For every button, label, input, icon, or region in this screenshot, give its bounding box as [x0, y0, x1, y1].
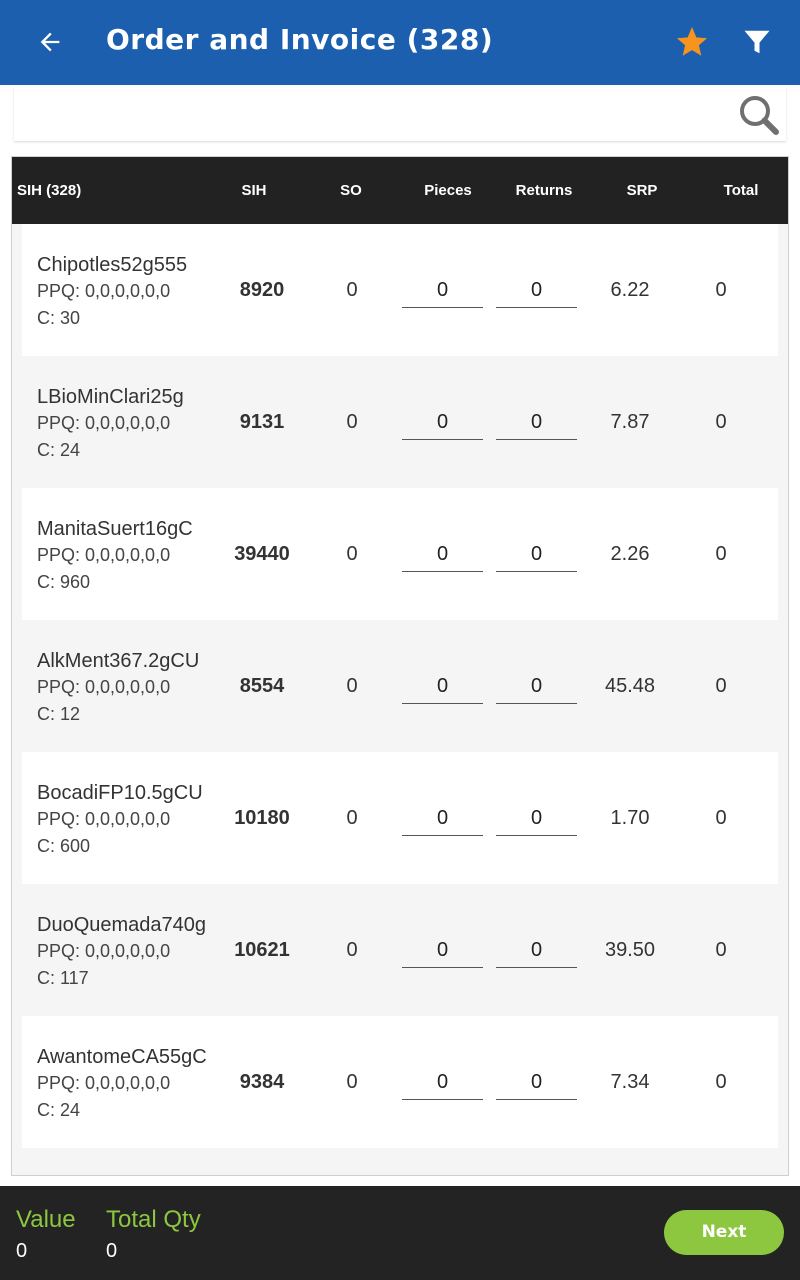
returns-input[interactable]: 0 [496, 802, 577, 836]
so-value: 0 [346, 543, 358, 565]
total-value: 0 [715, 1071, 727, 1093]
so-value: 0 [346, 411, 358, 433]
pieces-input[interactable]: 0 [402, 1066, 483, 1100]
pieces-input[interactable]: 0 [402, 670, 483, 704]
total-qty-amount: 0 [106, 1240, 118, 1262]
favorite-button[interactable] [672, 22, 712, 62]
product-ppq: PPQ: 0,0,0,0,0,0 [37, 677, 171, 697]
pieces-input[interactable]: 0 [402, 538, 483, 572]
search-icon [740, 96, 779, 135]
total-value: 0 [715, 543, 727, 565]
srp-value: 1.70 [610, 807, 650, 829]
product-name: BocadiFP10.5gCU [37, 782, 203, 804]
product-ppq: PPQ: 0,0,0,0,0,0 [37, 1073, 171, 1093]
total-qty-label: Total Qty [106, 1206, 201, 1233]
product-ppq: PPQ: 0,0,0,0,0,0 [37, 941, 171, 961]
srp-value: 7.87 [610, 411, 650, 433]
table-row[interactable]: Chipotles52g555 PPQ: 0,0,0,0,0,0 C: 30 8920… [22, 224, 778, 356]
sih-value: 8554 [239, 675, 285, 697]
total-value: 0 [715, 807, 727, 829]
returns-input[interactable]: 0 [496, 538, 577, 572]
table-row[interactable]: LBioMinClari25g PPQ: 0,0,0,0,0,0 C: 24 9131… [22, 356, 778, 488]
sih-value: 9131 [239, 411, 285, 433]
product-case-qty: C: 117 [37, 968, 89, 988]
product-case-qty: C: 12 [37, 704, 81, 724]
product-ppq: PPQ: 0,0,0,0,0,0 [37, 809, 171, 829]
total-value: 0 [715, 279, 727, 301]
product-name: LBioMinClari25g [37, 386, 184, 408]
product-name: Chipotles52g555 [37, 254, 188, 276]
search-input[interactable] [24, 95, 724, 133]
pieces-input[interactable]: 0 [402, 406, 483, 440]
product-case-qty: C: 960 [37, 572, 91, 592]
table-header: SIH (328) SIH SO Pieces Returns SRP Tota… [12, 157, 788, 224]
footer-bar: Value 0 Total Qty 0 Next [0, 1186, 800, 1280]
srp-value: 2.26 [610, 543, 650, 565]
search-button[interactable] [736, 93, 782, 137]
product-name: DuoQuemada740g [37, 914, 207, 936]
table-row[interactable]: ManitaSuert16gC PPQ: 0,0,0,0,0,0 C: 960 394… [22, 488, 778, 620]
col-header-so[interactable]: SO [321, 157, 381, 224]
so-value: 0 [346, 279, 358, 301]
sih-value: 39440 [234, 543, 290, 565]
product-ppq: PPQ: 0,0,0,0,0,0 [37, 413, 171, 433]
back-arrow-icon [40, 32, 60, 52]
value-label: Value [16, 1206, 76, 1233]
product-case-qty: C: 600 [37, 836, 91, 856]
product-name: ManitaSuert16gC [37, 518, 193, 540]
filter-button[interactable] [737, 22, 777, 62]
product-case-qty: C: 30 [37, 308, 81, 328]
pieces-input[interactable]: 0 [402, 274, 483, 308]
table-row[interactable]: AlkMent367.2gCU PPQ: 0,0,0,0,0,0 C: 12 8554… [22, 620, 778, 752]
total-value: 0 [715, 939, 727, 961]
sih-value: 8920 [239, 279, 285, 301]
col-header-sih[interactable]: SIH [224, 157, 284, 224]
so-value: 0 [346, 1071, 358, 1093]
search-bar [14, 87, 786, 141]
product-name: AwantomeCA55gC [37, 1046, 207, 1068]
col-header-pieces[interactable]: Pieces [408, 157, 488, 224]
total-value: 0 [715, 675, 727, 697]
returns-input[interactable]: 0 [496, 934, 577, 968]
product-case-qty: C: 24 [37, 440, 81, 460]
srp-value: 39.50 [604, 939, 656, 961]
returns-input[interactable]: 0 [496, 670, 577, 704]
filter-icon [744, 30, 770, 54]
srp-value: 6.22 [610, 279, 650, 301]
table-row[interactable]: DuoQuemada740g PPQ: 0,0,0,0,0,0 C: 117 1062… [22, 884, 778, 1016]
col-header-srp[interactable]: SRP [612, 157, 672, 224]
sih-value: 9384 [239, 1071, 285, 1093]
srp-value: 45.48 [604, 675, 656, 697]
value-amount: 0 [16, 1240, 28, 1262]
product-table: SIH (328) SIH SO Pieces Returns SRP Tota… [11, 156, 789, 1176]
product-ppq: PPQ: 0,0,0,0,0,0 [37, 545, 171, 565]
table-row[interactable]: AwantomeCA55gC PPQ: 0,0,0,0,0,0 C: 24 9384 0… [22, 1016, 778, 1148]
total-value: 0 [715, 411, 727, 433]
app-bar: Order and Invoice (328) [0, 0, 800, 85]
star-icon [677, 27, 707, 56]
product-ppq: PPQ: 0,0,0,0,0,0 [37, 281, 171, 301]
so-value: 0 [346, 807, 358, 829]
so-value: 0 [346, 675, 358, 697]
col-header-returns[interactable]: Returns [504, 157, 584, 224]
table-row[interactable]: BocadiFP10.5gCU PPQ: 0,0,0,0,0,0 C: 600 101… [22, 752, 778, 884]
page-title: Order and Invoice (328) [106, 23, 494, 56]
col-header-product[interactable]: SIH (328) [17, 157, 127, 224]
returns-input[interactable]: 0 [496, 1066, 577, 1100]
col-header-total[interactable]: Total [711, 157, 771, 224]
product-name: AlkMent367.2gCU [37, 650, 200, 672]
sih-value: 10180 [234, 807, 290, 829]
table-body: Chipotles52g555 PPQ: 0,0,0,0,0,0 C: 30 8920… [22, 224, 778, 1148]
product-case-qty: C: 24 [37, 1100, 81, 1120]
sih-value: 10621 [234, 939, 290, 961]
returns-input[interactable]: 0 [496, 406, 577, 440]
next-button[interactable]: Next [664, 1210, 784, 1255]
back-button[interactable] [30, 22, 70, 62]
pieces-input[interactable]: 0 [402, 802, 483, 836]
returns-input[interactable]: 0 [496, 274, 577, 308]
pieces-input[interactable]: 0 [402, 934, 483, 968]
srp-value: 7.34 [610, 1071, 650, 1093]
so-value: 0 [346, 939, 358, 961]
